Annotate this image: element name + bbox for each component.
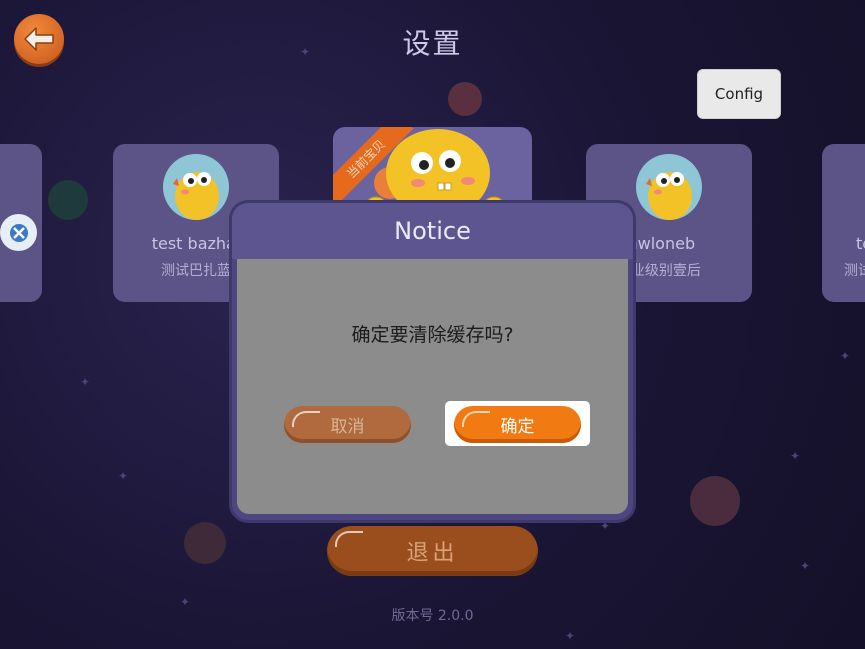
button-shine (335, 531, 363, 547)
page-title: 设置 (402, 27, 463, 60)
settings-badge-icon (0, 214, 37, 251)
planet-icon (448, 82, 482, 116)
profile-name: te (856, 234, 865, 253)
profile-subtitle: 测试 (844, 263, 865, 279)
avatar (163, 154, 229, 220)
star-icon: ✦ (565, 629, 576, 643)
planet-icon (690, 476, 740, 526)
star-icon: ✦ (790, 449, 801, 463)
confirm-label: 确定 (500, 417, 535, 437)
star-icon: ✦ (80, 375, 91, 389)
profile-card[interactable]: te 测试 (822, 144, 865, 302)
star-icon: ✦ (118, 469, 129, 483)
logout-button[interactable]: 退出 (327, 526, 538, 576)
config-button[interactable]: Config (697, 69, 781, 119)
dialog-message: 确定要清除缓存吗? (351, 324, 514, 346)
dialog-title: Notice (232, 203, 633, 259)
button-shine (462, 411, 490, 427)
star-icon: ✦ (840, 349, 851, 363)
avatar (636, 154, 702, 220)
mascot-icon (365, 129, 505, 215)
cancel-label: 取消 (330, 417, 365, 437)
cancel-button[interactable]: 取消 (284, 406, 411, 443)
button-shine (292, 411, 320, 427)
planet-icon (48, 180, 88, 220)
dialog-body (237, 259, 628, 514)
confirm-button[interactable]: 确定 (454, 406, 581, 443)
star-icon: ✦ (800, 559, 811, 573)
star-icon: ✦ (600, 519, 611, 533)
planet-icon (184, 522, 226, 564)
logout-label: 退出 (406, 541, 459, 566)
version-text: 版本号 2.0.0 (391, 608, 474, 624)
